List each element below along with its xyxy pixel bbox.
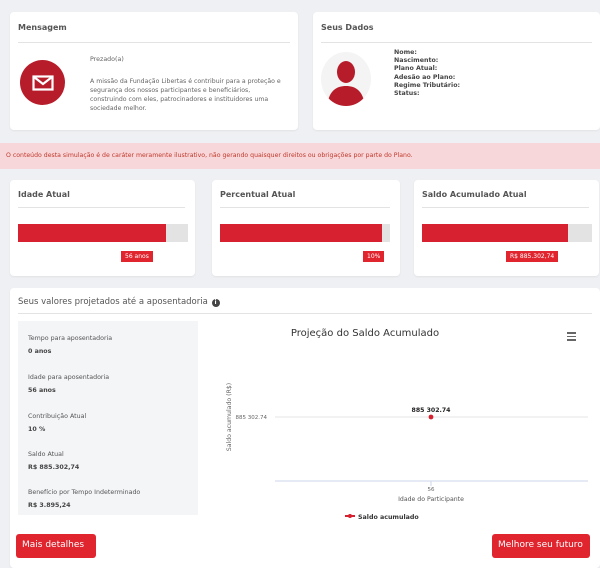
- user-data-title: Seus Dados: [321, 23, 374, 32]
- data-point: [428, 414, 434, 420]
- divider: [220, 207, 390, 208]
- field-nome: Nome:: [394, 49, 417, 56]
- y-tick-label: 885 302.74: [236, 415, 268, 421]
- envelope-icon: [20, 60, 65, 105]
- stat-badge: R$ 885.302,74: [506, 251, 559, 262]
- stat-badge: 10%: [363, 251, 385, 262]
- field-status: Status:: [394, 90, 420, 98]
- divider: [18, 207, 185, 208]
- chart-legend[interactable]: Saldo acumulado: [345, 513, 419, 521]
- field-adesao: Adesão ao Plano:: [394, 73, 456, 81]
- details-button[interactable]: Mais detalhes: [16, 534, 96, 558]
- x-tick-label: 56: [428, 487, 435, 493]
- divider: [321, 42, 592, 43]
- stat-title: Idade Atual: [18, 190, 70, 199]
- message-card: Mensagem Prezado(a) A missão da Fundação…: [10, 12, 298, 130]
- user-silhouette-icon: [327, 61, 365, 106]
- progress-bar: [422, 224, 592, 242]
- progress-fill: [18, 224, 166, 242]
- stat-card-percentual: Percentual Atual 10%: [212, 180, 400, 276]
- message-greeting: Prezado(a): [90, 56, 124, 63]
- x-axis-label: Idade do Participante: [398, 496, 464, 503]
- message-title: Mensagem: [18, 23, 67, 32]
- improve-future-button[interactable]: Melhore seu futuro: [492, 534, 590, 558]
- divider: [422, 207, 589, 208]
- projection-card: Seus valores projetados até a aposentado…: [10, 288, 600, 568]
- stat-card-saldo: Saldo Acumulado Atual R$ 885.302,74: [414, 180, 599, 276]
- message-text: A missão da Fundação Libertas é contribu…: [90, 78, 281, 112]
- user-fields: Nome: Nascimento: Plano Atual: Adesão ao…: [394, 49, 460, 98]
- legend-marker: [345, 513, 355, 518]
- disclaimer-alert: O conteúdo desta simulação é de caráter …: [0, 143, 600, 169]
- progress-fill: [220, 224, 382, 242]
- user-data-card: Seus Dados Nome: Nascimento: Plano Atual…: [313, 12, 600, 130]
- legend-label: Saldo acumulado: [358, 514, 419, 521]
- progress-bar: [220, 224, 390, 242]
- progress-bar: [18, 224, 188, 242]
- field-regime: Regime Tributário:: [394, 81, 461, 89]
- avatar: [321, 52, 371, 106]
- stat-title: Saldo Acumulado Atual: [422, 190, 527, 199]
- stat-badge: 56 anos: [121, 251, 153, 262]
- stat-card-idade: Idade Atual 56 anos: [10, 180, 195, 276]
- data-label: 885 302.74: [412, 407, 452, 414]
- field-nascimento: Nascimento:: [394, 57, 439, 65]
- divider: [18, 42, 290, 43]
- projection-chart: 885 302.74 56 Idade do Participante Sald…: [226, 383, 588, 503]
- progress-fill: [422, 224, 569, 242]
- field-plano-atual: Plano Atual:: [394, 65, 438, 73]
- stat-title: Percentual Atual: [220, 190, 296, 199]
- y-axis-label: Saldo acumulado (R$): [226, 383, 233, 451]
